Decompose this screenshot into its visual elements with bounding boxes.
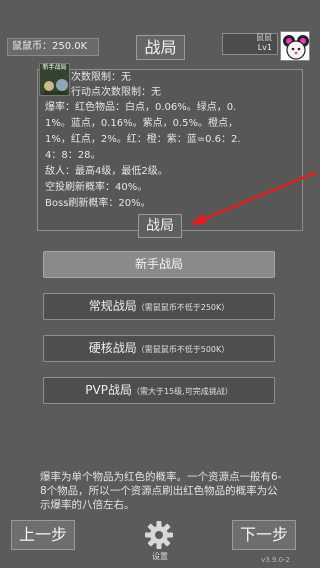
settings-button[interactable] bbox=[144, 520, 174, 550]
mode-button-hardcore[interactable]: 硬核战局（需鼠鼠币不低于500K） bbox=[43, 335, 275, 362]
mode-button-label: 新手战局 bbox=[134, 257, 183, 271]
detail-line: 1%，红点，2%。红：橙：紫：蓝=0.6：2. bbox=[45, 134, 241, 145]
mode-button-requirement: （需鼠鼠币不低于500K） bbox=[136, 345, 230, 354]
mode-limits: 次数限制：无 行动点次数限制：无 bbox=[71, 70, 301, 100]
mode-button-novice[interactable]: 新手战局 bbox=[43, 251, 275, 278]
user-level: Lv1 bbox=[257, 43, 272, 52]
detail-line: 4：8：28。 bbox=[45, 150, 101, 161]
next-step-button[interactable]: 下一步 bbox=[232, 520, 296, 550]
mode-button-label: PVP战局 bbox=[85, 383, 132, 397]
description-text: 爆率为单个物品为红色的概率。一个资源点一般有6-8个物品，所以一个资源点刷出红色… bbox=[40, 471, 282, 511]
detail-line: 爆率：红色物品：白点，0.06%。绿点，0. bbox=[45, 102, 237, 113]
mode-button-label: 硬核战局 bbox=[88, 341, 137, 355]
section-title: 战局 bbox=[138, 214, 182, 238]
settings-label: 设置 bbox=[152, 552, 168, 561]
detail-line: 1%。蓝点，0.16%。紫点，0.5%。橙点， bbox=[45, 118, 239, 129]
avatar[interactable] bbox=[280, 31, 310, 61]
limit-action-points: 行动点次数限制：无 bbox=[71, 87, 161, 98]
limit-count: 次数限制：无 bbox=[71, 72, 131, 83]
mode-button-label: 常规战局 bbox=[88, 299, 137, 313]
version-label: v3.9.0-2 bbox=[261, 556, 290, 564]
page-title: 战局 bbox=[136, 35, 185, 60]
mouse-avatar-icon bbox=[283, 35, 309, 60]
mode-button-pvp[interactable]: PVP战局（需大于15级,可完成挑战） bbox=[43, 377, 275, 404]
gear-icon bbox=[145, 521, 173, 549]
prev-step-button[interactable]: 上一步 bbox=[11, 520, 75, 550]
thumbnail-caption: 新手战局 bbox=[42, 64, 67, 71]
mode-button-requirement: （需大于15级,可完成挑战） bbox=[131, 387, 233, 396]
mode-button-requirement: （需鼠鼠币不低于250K） bbox=[136, 303, 230, 312]
mode-button-regular[interactable]: 常规战局（需鼠鼠币不低于250K） bbox=[43, 293, 275, 320]
coins-display: 鼠鼠币：250.0K bbox=[7, 38, 99, 56]
red-arrow-icon bbox=[190, 170, 318, 225]
user-name: 鼠鼠 bbox=[256, 33, 272, 42]
